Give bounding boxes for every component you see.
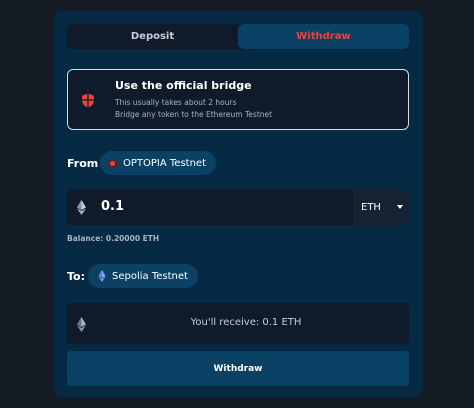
shield-icon bbox=[82, 93, 94, 108]
from-label: From bbox=[67, 157, 99, 170]
balance-text: Balance: 0.20000 ETH bbox=[67, 234, 160, 243]
optopia-icon bbox=[108, 158, 117, 168]
tab-withdraw[interactable]: Withdraw bbox=[238, 24, 409, 49]
tab-deposit[interactable]: Deposit bbox=[67, 24, 238, 49]
token-select[interactable]: ETH bbox=[353, 190, 409, 225]
from-network-selector[interactable]: OPTOPIA Testnet bbox=[100, 151, 216, 175]
official-bridge-card[interactable]: Use the official bridge This usually tak… bbox=[67, 69, 409, 130]
ethereum-icon bbox=[77, 200, 86, 215]
withdraw-button[interactable]: Withdraw bbox=[67, 351, 409, 386]
receive-box: You'll receive: 0.1 ETH bbox=[67, 303, 409, 344]
receive-amount-text: You'll receive: 0.1 ETH bbox=[190, 317, 302, 328]
to-network-name: Sepolia Testnet bbox=[112, 270, 188, 282]
bridge-title: Use the official bridge bbox=[115, 79, 252, 92]
amount-input[interactable]: 0.1 bbox=[101, 199, 124, 214]
to-network-selector[interactable]: Sepolia Testnet bbox=[88, 264, 198, 288]
ethereum-icon bbox=[98, 270, 106, 282]
token-select-label: ETH bbox=[361, 202, 381, 213]
to-label: To: bbox=[67, 270, 85, 283]
tab-bar: Deposit Withdraw bbox=[67, 24, 409, 49]
bridge-description-text: Bridge any token to the Ethereum Testnet bbox=[115, 110, 273, 119]
amount-input-box[interactable]: 0.1 ETH bbox=[67, 190, 409, 225]
from-network-name: OPTOPIA Testnet bbox=[123, 157, 206, 169]
chevron-down-icon bbox=[397, 205, 403, 209]
bridge-duration-text: This usually takes about 2 hours bbox=[115, 98, 237, 107]
